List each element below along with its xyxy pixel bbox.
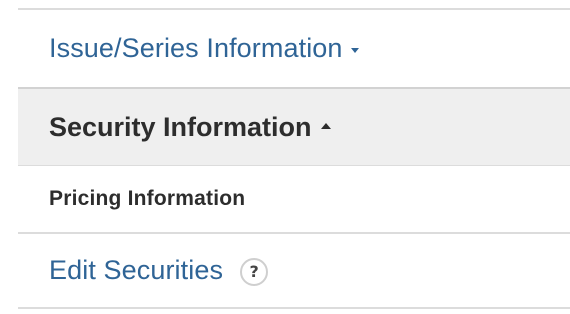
- help-icon[interactable]: ?: [240, 257, 269, 286]
- nav-subitem-label: Pricing Information: [49, 187, 246, 210]
- nav-item-label: Edit Securities: [49, 255, 224, 285]
- caret-down-icon: [350, 47, 359, 53]
- nav-item-issue-series-information[interactable]: Issue/Series Information: [18, 8, 570, 87]
- nav-item-security-information[interactable]: Security Information: [18, 87, 570, 165]
- nav-subitem-pricing-information[interactable]: Pricing Information: [18, 165, 570, 232]
- nav-item-label: Issue/Series Information: [49, 33, 343, 63]
- caret-up-icon: [320, 123, 331, 129]
- nav-item-edit-securities[interactable]: Edit Securities ?: [18, 232, 570, 309]
- section-navigation: Issue/Series Information Security Inform…: [18, 8, 570, 309]
- nav-item-label: Security Information: [49, 111, 312, 142]
